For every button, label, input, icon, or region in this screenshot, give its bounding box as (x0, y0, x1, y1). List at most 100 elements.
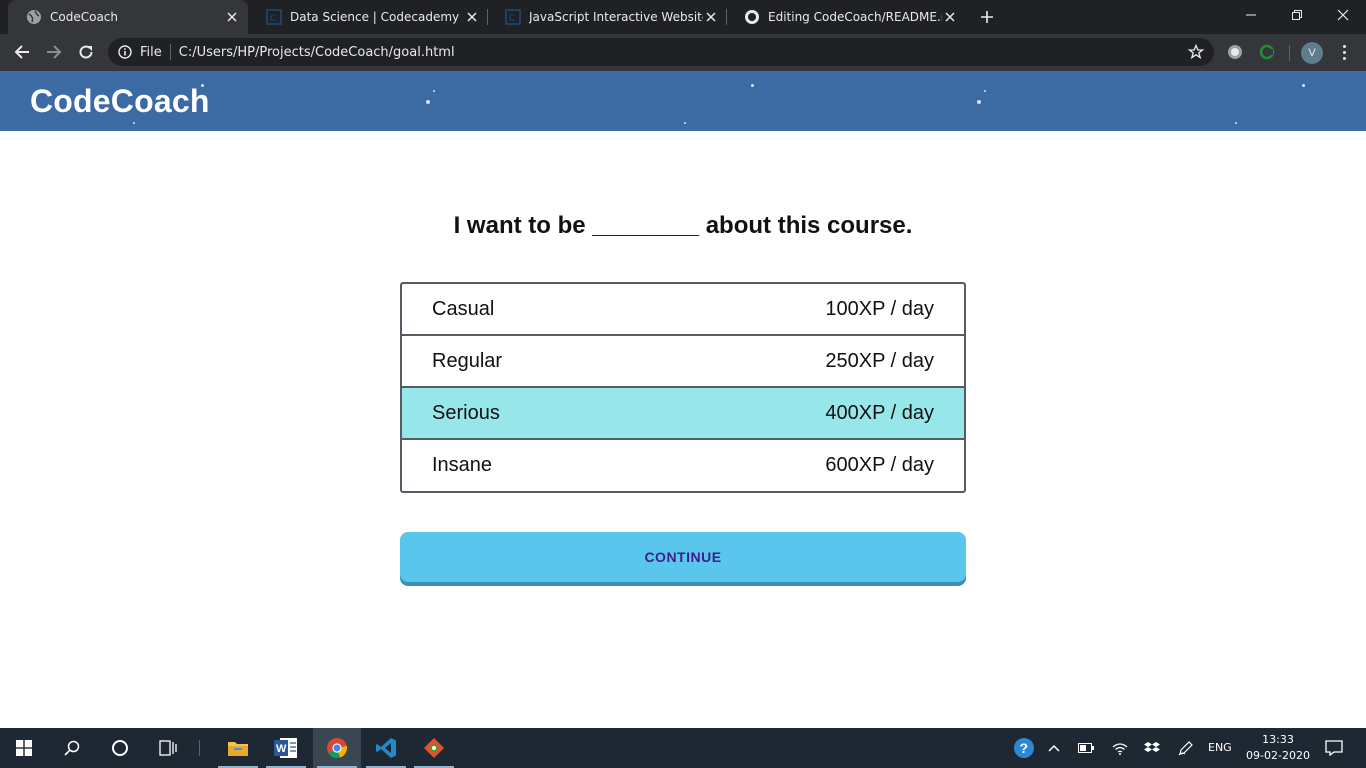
star-decoration (433, 90, 435, 92)
forward-button[interactable] (40, 38, 68, 66)
help-icon: ? (1014, 738, 1034, 758)
svg-text:C: C (509, 14, 515, 24)
profile-avatar[interactable]: V (1301, 42, 1323, 64)
star-decoration (684, 122, 686, 124)
tab-github-readme[interactable]: Editing CodeCoach/README.md (726, 0, 966, 34)
start-icon (16, 740, 32, 756)
notification-icon (1325, 740, 1343, 756)
star-decoration (1235, 122, 1237, 124)
dropbox-icon (1144, 742, 1160, 752)
tab-title: Editing CodeCoach/README.md (768, 10, 942, 24)
arrow-left-icon (14, 45, 29, 59)
close-window-button[interactable] (1320, 0, 1366, 30)
close-tab-icon[interactable] (942, 9, 958, 25)
goal-option-xp: 600XP / day (825, 454, 934, 476)
goal-option-regular[interactable]: Regular 250XP / day (402, 336, 964, 388)
goal-option-xp: 100XP / day (825, 297, 934, 320)
info-icon[interactable] (118, 45, 132, 59)
close-tab-icon[interactable] (224, 9, 240, 25)
battery-icon (1078, 743, 1094, 753)
file-explorer-icon (228, 742, 248, 756)
star-decoration (133, 122, 135, 124)
goal-option-serious[interactable]: Serious 400XP / day (402, 388, 964, 440)
record-extension-icon[interactable] (1227, 44, 1243, 60)
git-icon (424, 738, 444, 758)
reload-button[interactable] (72, 38, 100, 66)
git-button[interactable] (410, 728, 458, 768)
action-center-button[interactable] (1320, 728, 1348, 768)
browser-tab-strip: CodeCoach C Data Science | Codecademy C … (0, 0, 1366, 34)
language-indicator[interactable]: ENG (1208, 741, 1232, 754)
task-view-button[interactable] (144, 728, 192, 768)
help-tray-icon[interactable]: ? (1010, 728, 1038, 768)
tab-title: Data Science | Codecademy (290, 10, 460, 24)
toolbar-divider (1289, 45, 1290, 61)
svg-text:?: ? (1020, 740, 1029, 756)
star-decoration (751, 84, 754, 87)
close-tab-icon[interactable] (703, 9, 719, 25)
new-tab-button[interactable] (976, 6, 998, 28)
url-text[interactable]: C:/Users/HP/Projects/CodeCoach/goal.html (179, 45, 455, 60)
pen-icon (1178, 741, 1193, 756)
restore-button[interactable] (1274, 0, 1320, 30)
cortana-button[interactable] (96, 728, 144, 768)
battery-tray-icon[interactable] (1074, 728, 1098, 768)
goal-option-label: Serious (432, 401, 500, 424)
continue-button[interactable]: CONTINUE (400, 532, 966, 582)
app-logo[interactable]: CodeCoach (30, 83, 210, 120)
svg-text:C: C (270, 14, 276, 24)
tab-data-science[interactable]: C Data Science | Codecademy (248, 0, 488, 34)
star-decoration (977, 100, 981, 104)
goal-option-insane[interactable]: Insane 600XP / day (402, 440, 964, 491)
close-icon (1337, 9, 1349, 21)
star-decoration (426, 100, 430, 104)
start-button[interactable] (0, 728, 48, 768)
bookmark-star-icon[interactable] (1188, 44, 1204, 60)
tab-javascript[interactable]: C JavaScript Interactive Websites | C (487, 0, 727, 34)
word-icon: W (274, 738, 297, 758)
browser-menu-button[interactable] (1336, 42, 1352, 62)
tab-codecoach[interactable]: CodeCoach (8, 0, 248, 34)
plus-icon (981, 11, 993, 23)
minimize-button[interactable] (1228, 0, 1274, 30)
vscode-icon (376, 738, 396, 758)
grammar-extension-icon[interactable] (1259, 44, 1275, 60)
app-header: CodeCoach (0, 71, 1366, 131)
windows-taskbar: W ? ENG 13:33 09-02-2020 (0, 728, 1366, 768)
file-explorer-button[interactable] (214, 728, 262, 768)
goal-option-xp: 250XP / day (825, 349, 934, 372)
pen-tray-icon[interactable] (1174, 728, 1198, 768)
show-hidden-icons-button[interactable] (1042, 728, 1066, 768)
address-bar[interactable]: File C:/Users/HP/Projects/CodeCoach/goal… (108, 38, 1214, 66)
chevron-up-icon (1048, 744, 1060, 752)
chrome-button[interactable] (313, 728, 361, 768)
word-button[interactable]: W (262, 728, 310, 768)
wifi-tray-icon[interactable] (1108, 728, 1132, 768)
goal-question: I want to be ________ about this course. (453, 212, 913, 239)
goal-option-xp: 400XP / day (825, 401, 934, 424)
clock-time: 13:33 (1262, 733, 1294, 746)
tab-title: JavaScript Interactive Websites | C (529, 10, 703, 24)
search-button[interactable] (48, 728, 96, 768)
codecademy-icon: C (266, 9, 282, 25)
goal-option-label: Regular (432, 349, 503, 372)
close-tab-icon[interactable] (464, 9, 480, 25)
clock-date: 09-02-2020 (1246, 749, 1310, 762)
restore-icon (1292, 10, 1302, 20)
codecademy-icon: C (505, 9, 521, 25)
goal-option-casual[interactable]: Casual 100XP / day (402, 284, 964, 336)
omnibox-divider (169, 44, 171, 60)
system-clock[interactable]: 13:33 09-02-2020 (1244, 732, 1312, 764)
dropbox-tray-icon[interactable] (1140, 728, 1164, 768)
back-button[interactable] (8, 38, 36, 66)
goal-option-label: Casual (432, 297, 495, 320)
reload-icon (79, 45, 93, 59)
chrome-icon (327, 738, 347, 758)
arrow-right-icon (47, 45, 62, 59)
scheme-label: File (140, 44, 162, 60)
star-decoration (1302, 84, 1305, 87)
goal-options-list: Casual 100XP / day Regular 250XP / day S… (400, 282, 966, 493)
star-decoration (984, 90, 986, 92)
wifi-icon (1112, 743, 1128, 755)
vscode-button[interactable] (362, 728, 410, 768)
